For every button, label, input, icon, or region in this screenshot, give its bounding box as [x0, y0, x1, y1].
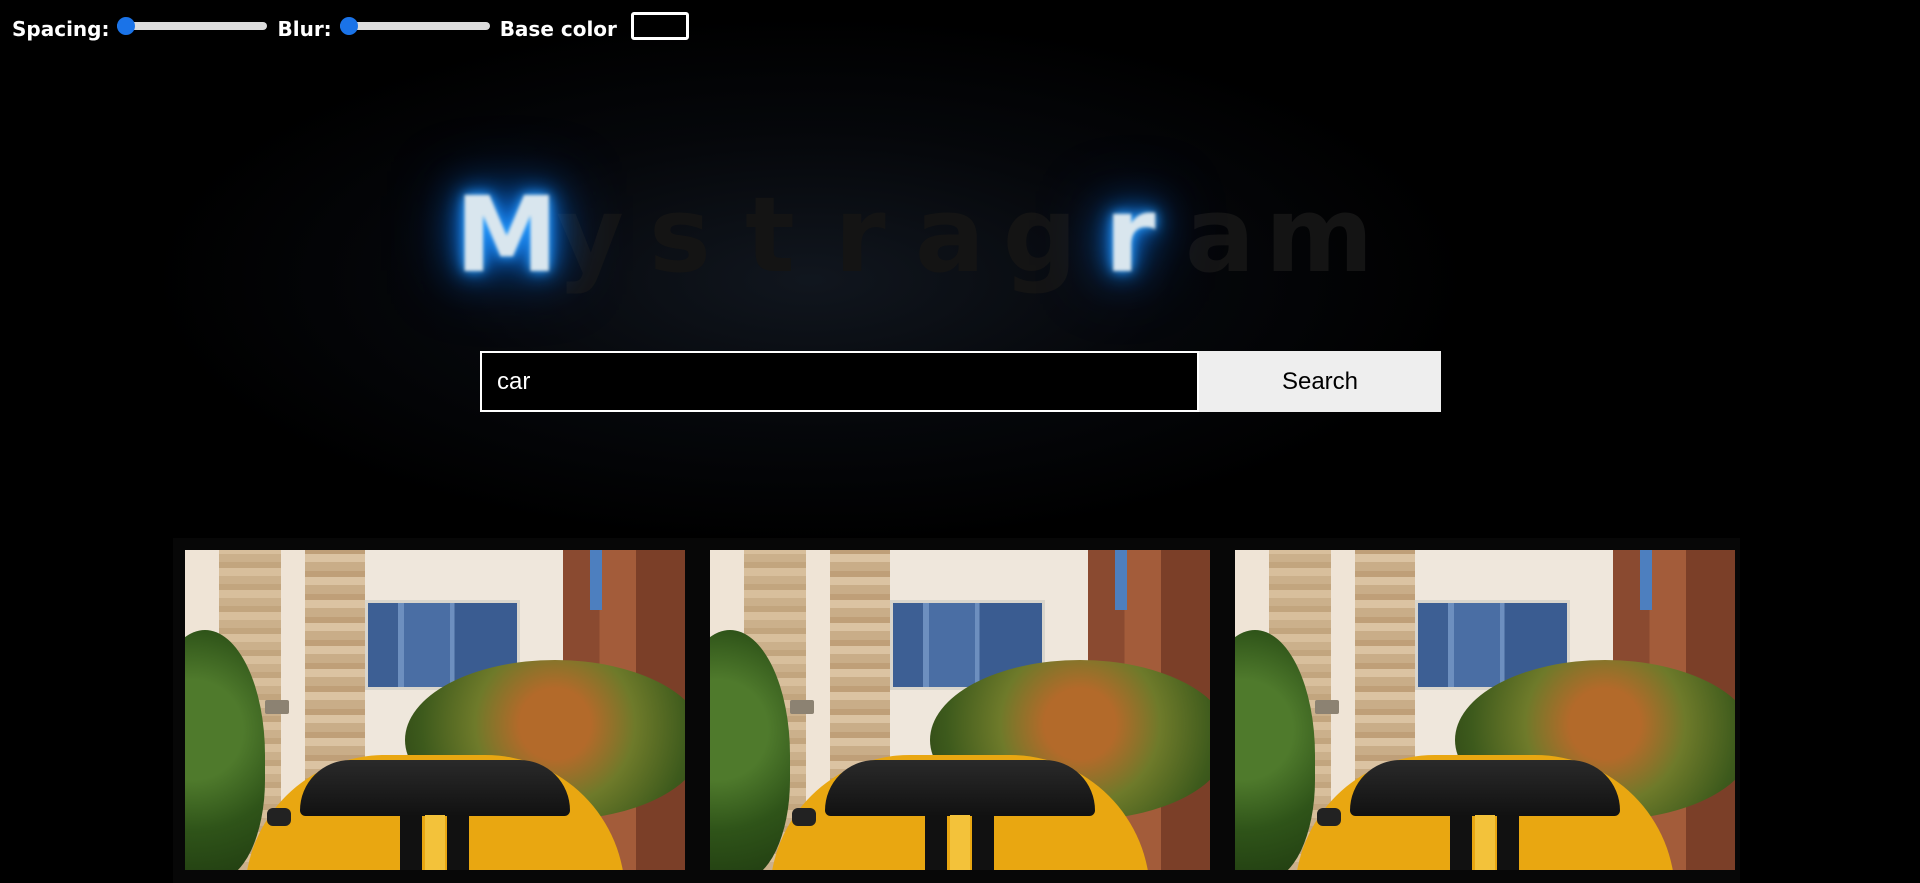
logo-letter: r: [1104, 174, 1156, 296]
result-card[interactable]: [710, 550, 1210, 870]
search-button[interactable]: Search: [1199, 351, 1441, 412]
spacing-slider[interactable]: [117, 22, 268, 30]
logo-letter: m: [1265, 174, 1374, 296]
spacing-label: Spacing:: [12, 17, 110, 41]
logo-letter: t: [745, 174, 795, 296]
search-form: Search: [480, 351, 1441, 412]
logo-title: Mystragram: [455, 160, 1455, 310]
controls-bar: Spacing: Blur: Base color: [12, 8, 689, 50]
yellow-car-photo: [1235, 550, 1735, 870]
yellow-car-photo: [710, 550, 1210, 870]
logo-letter: g: [1002, 174, 1078, 296]
blur-slider[interactable]: [339, 22, 490, 30]
base-color-picker[interactable]: [630, 12, 689, 40]
blur-label: Blur:: [277, 17, 332, 41]
logo-letter: M: [455, 174, 559, 296]
logo-letter: s: [649, 174, 711, 296]
logo-letter: a: [1184, 174, 1256, 296]
results-grid: [173, 538, 1740, 883]
base-color-label: Base color: [499, 17, 617, 41]
result-card[interactable]: [185, 550, 685, 870]
search-input[interactable]: [480, 351, 1199, 412]
result-card[interactable]: [1235, 550, 1735, 870]
logo-letter: a: [914, 174, 986, 296]
yellow-car-photo: [185, 550, 685, 870]
logo-letter: r: [834, 174, 886, 296]
